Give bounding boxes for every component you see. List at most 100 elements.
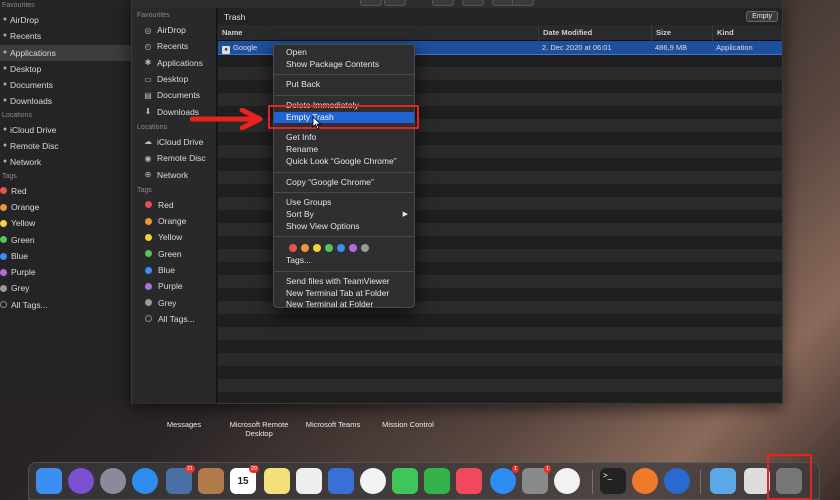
sidebar-item-recents[interactable]: ◴ Recents <box>132 38 216 54</box>
launchpad-icon[interactable] <box>100 468 126 494</box>
sidebar-item-documents[interactable]: ▤ Documents <box>132 87 216 103</box>
file-date: 2. Dec 2020 at 06:01 <box>542 43 612 52</box>
bg-tag-label: Yellow <box>11 218 36 229</box>
bg-item-label: Recents <box>10 31 42 42</box>
terminal-icon[interactable]: >_ <box>600 468 626 494</box>
safari-icon[interactable] <box>132 468 158 494</box>
sidebar-item-applications[interactable]: ✱ Applications <box>132 55 216 71</box>
column-header-size[interactable]: Size <box>651 25 712 41</box>
empty-trash-button[interactable]: Empty <box>746 11 778 22</box>
menu-separator <box>274 171 414 173</box>
finder-icon[interactable] <box>36 468 62 494</box>
photo-slideshow-icon[interactable]: 21 <box>166 465 195 494</box>
reminders-icon[interactable] <box>296 468 322 494</box>
bg-sidebar-item: ● AirDrop <box>0 12 131 28</box>
sidebar-tag-orange[interactable]: Orange <box>132 213 216 229</box>
menu-quick-look[interactable]: Quick Look “Google Chrome” <box>274 156 414 168</box>
tag-color-dot-icon[interactable] <box>337 244 345 253</box>
menu-send-teamviewer[interactable]: Send files with TeamViewer <box>274 276 414 288</box>
tag-color-dot-icon[interactable] <box>361 244 369 253</box>
sidebar-item-icloud-drive[interactable]: ☁ iCloud Drive <box>132 134 216 150</box>
tag-color-dot-icon[interactable] <box>325 244 333 253</box>
menu-use-groups[interactable]: Use Groups <box>274 197 414 209</box>
column-header-date[interactable]: Date Modified <box>538 25 651 41</box>
finder-sidebar: Favourites ◎ AirDrop ◴ Recents ✱ Applications… <box>132 8 217 404</box>
sidebar-item-network[interactable]: ⊕ Network <box>132 166 216 182</box>
system-preferences-icon[interactable]: 1 <box>522 465 551 494</box>
sidebar-item-desktop[interactable]: ▭ Desktop <box>132 71 216 87</box>
downloads-folder-icon[interactable] <box>710 468 736 494</box>
facetime-icon[interactable] <box>424 468 450 494</box>
menu-show-view-options[interactable]: Show View Options <box>274 221 414 233</box>
launchpad-item-messages[interactable]: Messages <box>160 400 208 440</box>
messages-icon[interactable] <box>392 468 418 494</box>
menu-show-package-contents[interactable]: Show Package Contents <box>274 59 414 71</box>
bg-item-icon: ● <box>2 81 8 89</box>
firefox-icon[interactable] <box>632 468 658 494</box>
menu-put-back[interactable]: Put Back <box>274 79 414 91</box>
sidebar-item-label: AirDrop <box>157 25 186 36</box>
menu-tags[interactable]: Tags... <box>274 255 414 267</box>
notes-icon[interactable] <box>264 468 290 494</box>
sidebar-tag-green[interactable]: Green <box>132 246 216 262</box>
bg-sidebar-item: ● Documents <box>0 77 131 93</box>
bg-sidebar-tag: All Tags... <box>0 297 131 313</box>
bg-tag-label: Red <box>11 185 27 196</box>
music-icon[interactable] <box>456 468 482 494</box>
tag-dot-icon <box>145 217 152 225</box>
sidebar-item-airdrop[interactable]: ◎ AirDrop <box>132 22 216 38</box>
launchpad-item-teams[interactable]: Microsoft Teams <box>300 400 366 440</box>
tag-color-dot-icon[interactable] <box>301 244 309 253</box>
menu-open[interactable]: Open <box>274 47 414 59</box>
photos-icon[interactable] <box>360 468 386 494</box>
bg-section-locations: Locations <box>2 111 32 119</box>
sidebar-item-remote-disc[interactable]: ◉ Remote Disc <box>132 150 216 166</box>
annotation-highlight-box <box>268 105 419 129</box>
menu-new-terminal[interactable]: New Terminal at Folder <box>274 299 414 311</box>
search-button[interactable] <box>512 0 534 6</box>
contacts-icon[interactable] <box>198 468 224 494</box>
menu-get-info[interactable]: Get Info <box>274 132 414 144</box>
app-store-icon[interactable]: 1 <box>490 465 519 494</box>
bg-tag-label: Orange <box>11 201 40 212</box>
sidebar-tag-label: Blue <box>158 265 176 275</box>
menu-rename[interactable]: Rename <box>274 144 414 156</box>
column-header-kind[interactable]: Kind <box>712 25 782 41</box>
empty-row <box>218 340 782 353</box>
menu-new-terminal-tab[interactable]: New Terminal Tab at Folder <box>274 288 414 300</box>
view-mode-button[interactable] <box>384 0 406 6</box>
action-gear-button[interactable] <box>432 0 454 6</box>
tag-color-dot-icon[interactable] <box>289 244 297 253</box>
annotation-trash-highlight <box>767 454 812 500</box>
sidebar-tag-label: Purple <box>158 281 183 292</box>
tag-button[interactable] <box>492 0 514 6</box>
trash-header-bar: Trash Empty <box>218 8 782 25</box>
sidebar-tag-blue[interactable]: Blue <box>132 262 216 278</box>
bg-item-label: iCloud Drive <box>10 124 57 135</box>
share-button[interactable] <box>462 0 484 6</box>
launchpad-item-mission-control[interactable]: Mission Control <box>376 400 440 440</box>
column-header-name[interactable]: Name <box>218 25 538 41</box>
menu-separator <box>274 192 414 194</box>
sidebar-tag-yellow[interactable]: Yellow <box>132 229 216 245</box>
sidebar-tag-grey[interactable]: Grey <box>132 294 216 310</box>
menu-copy[interactable]: Copy “Google Chrome” <box>274 177 414 189</box>
view-options-button[interactable] <box>360 0 382 6</box>
keynote-icon[interactable] <box>328 468 354 494</box>
tag-color-dot-icon[interactable] <box>313 244 321 253</box>
bg-section-tags: Tags <box>2 172 17 180</box>
chrome-icon[interactable] <box>554 468 580 494</box>
siri-icon[interactable] <box>68 468 94 494</box>
tag-dot-icon <box>0 236 7 244</box>
launchpad-item-remote-desktop[interactable]: Microsoft Remote Desktop <box>224 400 294 440</box>
tag-color-dot-icon[interactable] <box>349 244 357 253</box>
sidebar-tag-red[interactable]: Red <box>132 197 216 213</box>
sidebar-item-label: Remote Disc <box>157 153 206 164</box>
edge-icon[interactable] <box>664 468 690 494</box>
menu-sort-by[interactable]: Sort By ▶ <box>274 209 414 221</box>
submenu-arrow-icon: ▶ <box>402 210 408 218</box>
sidebar-tag-all-tags[interactable]: All Tags... <box>132 311 216 327</box>
calendar-icon[interactable]: 15 29 <box>230 465 259 494</box>
background-finder-sidebar: Favourites ● AirDrop ● Recents ● Applications… <box>0 0 132 400</box>
sidebar-tag-purple[interactable]: Purple <box>132 278 216 294</box>
